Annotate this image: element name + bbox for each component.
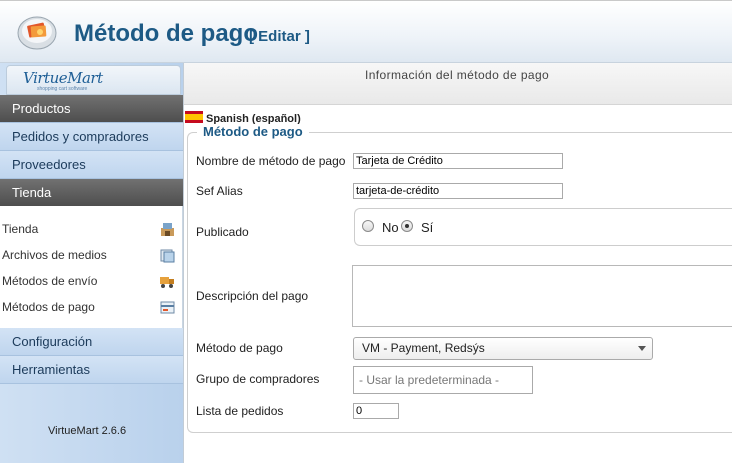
method-label: Método de pago bbox=[196, 341, 283, 355]
tienda-submenu: Tienda Archivos de medios Métodos de env… bbox=[0, 206, 183, 328]
virtuemart-logo-subtext: shopping cart software bbox=[37, 86, 88, 92]
published-no-label[interactable]: No bbox=[382, 220, 399, 235]
sidebar: VirtueMart shopping cart software Produc… bbox=[0, 63, 183, 463]
name-input[interactable] bbox=[353, 153, 563, 169]
main-content: Información del método de pago Spanish (… bbox=[183, 63, 732, 463]
store-icon bbox=[161, 223, 174, 236]
sidebar-item-tienda[interactable]: Tienda bbox=[0, 179, 183, 207]
submenu-item-tienda[interactable]: Tienda bbox=[2, 217, 177, 241]
payment-method-logo-icon bbox=[17, 16, 57, 50]
spain-flag-icon bbox=[185, 111, 203, 123]
alias-input[interactable] bbox=[353, 183, 563, 199]
published-yes-radio[interactable] bbox=[401, 220, 413, 232]
page-header: Método de pago [ Editar ] bbox=[0, 0, 732, 63]
published-no-radio[interactable] bbox=[362, 220, 374, 232]
sidebar-item-proveedores[interactable]: Proveedores bbox=[0, 151, 183, 179]
edit-mode-tag: [ Editar ] bbox=[249, 28, 310, 45]
sidebar-item-pedidos[interactable]: Pedidos y compradores bbox=[0, 123, 183, 151]
orders-label: Lista de pedidos bbox=[196, 404, 284, 418]
published-yes-label[interactable]: Sí bbox=[421, 220, 433, 235]
sidebar-item-herramientas[interactable]: Herramientas bbox=[0, 356, 183, 384]
description-label: Descripción del pago bbox=[196, 289, 309, 303]
submenu-item-label: Métodos de pago bbox=[2, 300, 95, 314]
submenu-item-label: Archivos de medios bbox=[2, 248, 107, 262]
description-textarea[interactable] bbox=[352, 265, 732, 327]
submenu-item-label: Tienda bbox=[2, 222, 39, 236]
media-files-icon bbox=[160, 249, 175, 263]
info-title: Información del método de pago bbox=[365, 68, 550, 82]
submenu-item-label: Métodos de envío bbox=[2, 274, 98, 288]
sidebar-item-configuracion[interactable]: Configuración bbox=[0, 328, 183, 356]
virtuemart-logo-text: VirtueMart bbox=[23, 69, 103, 87]
shopper-group-select[interactable]: - Usar la predeterminada - bbox=[353, 366, 533, 394]
payment-method-select-value: VM - Payment, Redsýs bbox=[362, 341, 485, 355]
published-label: Publicado bbox=[196, 225, 249, 239]
payment-icon bbox=[160, 301, 175, 314]
alias-label: Sef Alias bbox=[196, 184, 243, 198]
submenu-item-archivos-medios[interactable]: Archivos de medios bbox=[2, 243, 177, 267]
truck-icon bbox=[160, 277, 174, 288]
chevron-down-icon bbox=[638, 346, 646, 351]
page-title: Método de pago bbox=[74, 20, 258, 47]
name-label: Nombre de método de pago bbox=[196, 154, 346, 168]
submenu-item-metodos-pago[interactable]: Métodos de pago bbox=[2, 295, 177, 319]
submenu-item-metodos-envio[interactable]: Métodos de envío bbox=[2, 269, 177, 293]
published-radio-group: No Sí bbox=[354, 208, 732, 246]
group-label: Grupo de compradores bbox=[196, 372, 320, 386]
info-bar: Información del método de pago bbox=[184, 63, 732, 105]
sidebar-item-productos[interactable]: Productos bbox=[0, 95, 183, 123]
payment-method-select[interactable]: VM - Payment, Redsýs bbox=[353, 337, 653, 360]
orders-input[interactable] bbox=[353, 403, 399, 419]
virtuemart-logo[interactable]: VirtueMart shopping cart software bbox=[6, 65, 181, 95]
fieldset-legend: Método de pago bbox=[197, 124, 309, 139]
version-label: VirtueMart 2.6.6 bbox=[48, 425, 127, 437]
